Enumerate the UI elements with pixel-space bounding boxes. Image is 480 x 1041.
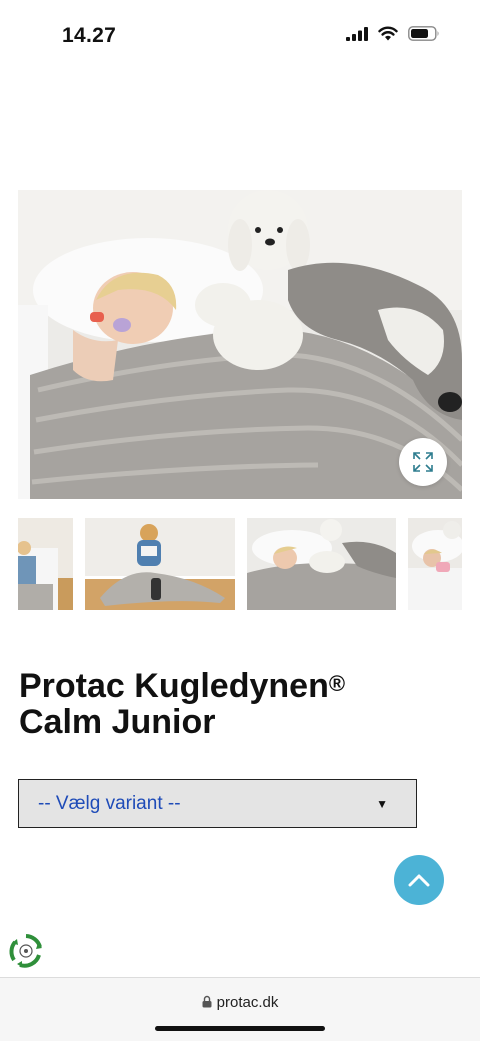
signal-icon: [346, 26, 368, 41]
status-time: 14.27: [62, 24, 117, 47]
child-sleeping-with-plush-toys-thumbnail: [247, 518, 396, 610]
variant-select-placeholder: -- Vælg variant --: [38, 792, 181, 814]
thumbnail-4[interactable]: [408, 518, 462, 610]
variant-select[interactable]: -- Vælg variant -- ▼: [18, 779, 417, 828]
child-reading-with-blanket-thumbnail: [85, 518, 235, 610]
home-indicator[interactable]: [155, 1026, 325, 1031]
battery-icon: [408, 26, 439, 41]
status-icons: [346, 26, 440, 41]
chevron-down-icon: ▼: [376, 797, 388, 811]
browser-bar: protac.dk: [0, 977, 480, 1041]
registered-mark: ®: [328, 671, 346, 696]
lock-icon: [202, 995, 212, 1012]
chevron-up-icon: [408, 874, 430, 887]
wifi-icon: [378, 26, 398, 41]
main-image-illustration: [18, 190, 462, 499]
child-in-bed-partial-thumbnail: [408, 518, 462, 610]
thumbnail-1[interactable]: [18, 518, 73, 610]
product-title: Protac Kugledynen® Calm Junior: [19, 668, 449, 740]
thumbnail-2[interactable]: [85, 518, 235, 610]
recycle-logo-graphic: [9, 934, 42, 968]
child-in-bed-thumbnail: [18, 518, 73, 610]
product-title-line1: Protac Kugledynen: [19, 667, 329, 705]
status-bar: 14.27: [0, 0, 480, 70]
recycle-logo-icon[interactable]: [8, 933, 44, 969]
address-bar[interactable]: protac.dk: [0, 994, 480, 1012]
back-to-top-button[interactable]: [394, 855, 444, 905]
expand-icon: [413, 452, 433, 472]
thumbnail-3[interactable]: [247, 518, 396, 610]
url-text: protac.dk: [216, 994, 279, 1011]
zoom-button[interactable]: [399, 438, 447, 486]
product-main-image[interactable]: [18, 190, 462, 499]
product-title-line2: Calm Junior: [19, 703, 216, 741]
